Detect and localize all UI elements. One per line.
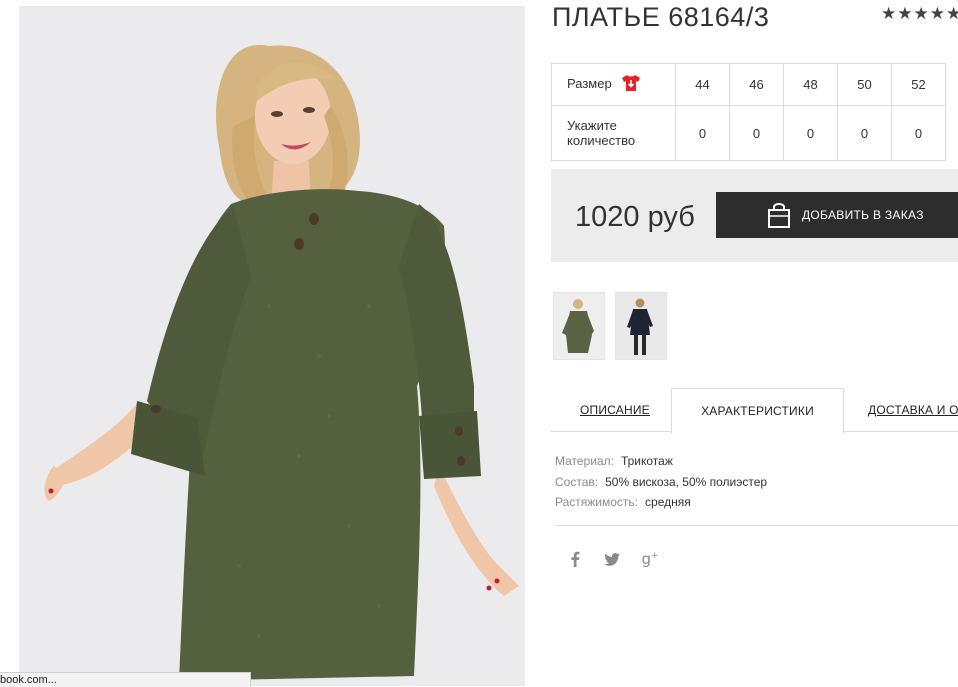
tshirt-size-icon[interactable] (621, 74, 641, 95)
spec-row-material: Материал: Трикотаж (555, 451, 767, 472)
add-to-order-button[interactable]: ДОБАВИТЬ В ЗАКАЗ (716, 192, 958, 238)
size-46: 46 (729, 63, 784, 106)
quantity-input-50[interactable]: 0 (837, 105, 892, 161)
model-illustration (44, 44, 519, 681)
product-photo[interactable] (19, 6, 525, 686)
tab-delivery-payment[interactable]: ДОСТАВКА И ОПЛАТА (868, 388, 958, 431)
quantity-label-line1: Укажите (567, 118, 617, 133)
spec-value: 50% вискоза, 50% полиэстер (605, 474, 768, 489)
size-52: 52 (891, 63, 946, 106)
quantity-header-cell: Укажите количество (551, 105, 676, 161)
product-tabs: ОПИСАНИЕ ХАРАКТЕРИСТИКИ ДОСТАВКА И ОПЛАТ… (551, 388, 958, 434)
quantity-row: Укажите количество 0 0 0 0 0 (551, 105, 946, 161)
section-divider (555, 525, 958, 526)
google-plus-glyph: g+ (641, 550, 659, 568)
add-to-order-label: ДОБАВИТЬ В ЗАКАЗ (802, 208, 924, 222)
purchase-box: 1020 руб ДОБАВИТЬ В ЗАКАЗ (551, 169, 958, 262)
product-title: ПЛАТЬЕ 68164/3 (552, 2, 770, 32)
spec-value: средняя (645, 495, 691, 509)
size-label: Размер (567, 75, 612, 91)
quantity-input-52[interactable]: 0 (891, 105, 946, 161)
size-table: Размер 44 46 48 50 52 Укажите количество… (551, 63, 946, 161)
size-header-cell: Размер (551, 63, 676, 106)
twitter-share-icon[interactable] (602, 549, 622, 569)
browser-status-url: book.com... (0, 672, 251, 687)
specs-list: Материал: Трикотаж Состав: 50% вискоза, 50… (555, 451, 767, 513)
quantity-input-44[interactable]: 0 (675, 105, 730, 161)
spec-row-stretch: Растяжимость: средняя (555, 492, 767, 513)
rating-stars[interactable]: ★★★★★ (881, 4, 958, 24)
spec-key: Материал: (555, 454, 614, 468)
quantity-label-line2: количество (567, 133, 636, 148)
thumbnail-olive-dress[interactable] (553, 292, 605, 360)
size-row: Размер 44 46 48 50 52 (551, 63, 946, 106)
quantity-input-46[interactable]: 0 (729, 105, 784, 161)
spec-row-composition: Состав: 50% вискоза, 50% полиэстер (555, 472, 767, 493)
size-44: 44 (675, 63, 730, 106)
spec-key: Состав: (555, 474, 599, 489)
tab-characteristics[interactable]: ХАРАКТЕРИСТИКИ (671, 388, 844, 434)
price: 1020 руб (575, 201, 695, 233)
size-48: 48 (783, 63, 838, 106)
google-plus-share-icon[interactable]: g+ (640, 549, 660, 569)
size-50: 50 (837, 63, 892, 106)
spec-key: Растяжимость: (555, 495, 639, 509)
quantity-input-48[interactable]: 0 (783, 105, 838, 161)
thumbnail-navy-dress[interactable] (615, 292, 667, 360)
tab-description[interactable]: ОПИСАНИЕ (580, 388, 650, 431)
facebook-share-icon[interactable] (565, 549, 585, 569)
spec-value: Трикотаж (620, 454, 673, 468)
shopping-bag-icon (768, 203, 790, 228)
